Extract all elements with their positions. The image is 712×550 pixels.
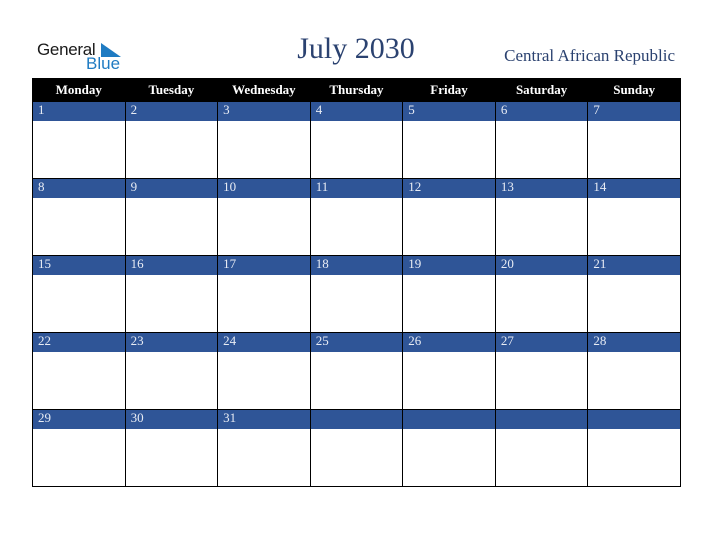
weekday-header-row: Monday Tuesday Wednesday Thursday Friday… bbox=[32, 78, 681, 102]
day-cell[interactable] bbox=[124, 352, 219, 410]
day-cell[interactable] bbox=[587, 429, 681, 487]
country-label: Central African Republic bbox=[504, 46, 675, 65]
day-cell[interactable] bbox=[32, 121, 126, 179]
day-number: 17 bbox=[217, 255, 311, 275]
day-cell[interactable] bbox=[402, 198, 496, 256]
day-cell[interactable] bbox=[494, 121, 589, 179]
day-cell[interactable] bbox=[217, 275, 311, 333]
week-date-row: 22 23 24 25 26 27 28 bbox=[32, 332, 681, 352]
day-number: 11 bbox=[309, 178, 404, 198]
day-cell[interactable] bbox=[309, 198, 404, 256]
week-body-row bbox=[32, 275, 681, 333]
day-number: 31 bbox=[217, 409, 311, 429]
day-number: 15 bbox=[32, 255, 126, 275]
day-cell[interactable] bbox=[587, 198, 681, 256]
week-date-row: 1234567 bbox=[32, 101, 681, 121]
day-cell[interactable] bbox=[32, 198, 126, 256]
day-number bbox=[309, 409, 404, 429]
day-number: 25 bbox=[309, 332, 404, 352]
weekday-header: Saturday bbox=[494, 78, 589, 102]
day-cell[interactable] bbox=[124, 121, 219, 179]
day-cell[interactable] bbox=[587, 352, 681, 410]
day-number: 12 bbox=[402, 178, 496, 198]
day-number: 24 bbox=[217, 332, 311, 352]
day-cell[interactable] bbox=[309, 429, 404, 487]
day-cell[interactable] bbox=[32, 352, 126, 410]
day-number: 1 bbox=[32, 101, 126, 121]
day-number: 14 bbox=[587, 178, 681, 198]
day-cell[interactable] bbox=[402, 121, 496, 179]
day-number: 22 bbox=[32, 332, 126, 352]
week-date-row: 8 9 10 11 12 13 14 bbox=[32, 178, 681, 198]
day-cell[interactable] bbox=[32, 429, 126, 487]
day-cell[interactable] bbox=[587, 121, 681, 179]
day-cell[interactable] bbox=[402, 429, 496, 487]
weekday-header: Thursday bbox=[309, 78, 404, 102]
day-cell[interactable] bbox=[217, 429, 311, 487]
calendar-grid: Monday Tuesday Wednesday Thursday Friday… bbox=[32, 78, 681, 487]
day-number: 4 bbox=[309, 101, 404, 121]
weekday-header: Friday bbox=[402, 78, 496, 102]
day-number bbox=[494, 409, 589, 429]
day-number: 13 bbox=[494, 178, 589, 198]
weekday-header: Tuesday bbox=[124, 78, 219, 102]
day-cell[interactable] bbox=[32, 275, 126, 333]
day-number: 10 bbox=[217, 178, 311, 198]
weekday-header: Sunday bbox=[587, 78, 681, 102]
day-number: 6 bbox=[494, 101, 589, 121]
weekday-header: Monday bbox=[32, 78, 126, 102]
day-number: 9 bbox=[124, 178, 219, 198]
day-cell[interactable] bbox=[124, 275, 219, 333]
day-number: 20 bbox=[494, 255, 589, 275]
day-number: 21 bbox=[587, 255, 681, 275]
day-cell[interactable] bbox=[494, 198, 589, 256]
day-number bbox=[587, 409, 681, 429]
day-number: 3 bbox=[217, 101, 311, 121]
day-number: 27 bbox=[494, 332, 589, 352]
day-number: 29 bbox=[32, 409, 126, 429]
day-number: 26 bbox=[402, 332, 496, 352]
day-cell[interactable] bbox=[217, 121, 311, 179]
day-cell[interactable] bbox=[587, 275, 681, 333]
week-body-row bbox=[32, 429, 681, 487]
week-date-row: 29 30 31 bbox=[32, 409, 681, 429]
week-body-row bbox=[32, 198, 681, 256]
day-number: 28 bbox=[587, 332, 681, 352]
day-cell[interactable] bbox=[124, 198, 219, 256]
day-number: 23 bbox=[124, 332, 219, 352]
day-number: 5 bbox=[402, 101, 496, 121]
day-cell[interactable] bbox=[494, 275, 589, 333]
day-number: 18 bbox=[309, 255, 404, 275]
day-cell[interactable] bbox=[217, 352, 311, 410]
week-body-row bbox=[32, 121, 681, 179]
day-number bbox=[402, 409, 496, 429]
day-cell[interactable] bbox=[494, 429, 589, 487]
day-cell[interactable] bbox=[309, 352, 404, 410]
week-body-row bbox=[32, 352, 681, 410]
day-cell[interactable] bbox=[217, 198, 311, 256]
day-number: 2 bbox=[124, 101, 219, 121]
day-number: 19 bbox=[402, 255, 496, 275]
day-cell[interactable] bbox=[309, 275, 404, 333]
day-cell[interactable] bbox=[494, 352, 589, 410]
day-number: 7 bbox=[587, 101, 681, 121]
day-number: 8 bbox=[32, 178, 126, 198]
day-number: 30 bbox=[124, 409, 219, 429]
day-number: 16 bbox=[124, 255, 219, 275]
day-cell[interactable] bbox=[402, 352, 496, 410]
weekday-header: Wednesday bbox=[217, 78, 311, 102]
day-cell[interactable] bbox=[309, 121, 404, 179]
week-date-row: 15 16 17 18 19 20 21 bbox=[32, 255, 681, 275]
day-cell[interactable] bbox=[402, 275, 496, 333]
day-cell[interactable] bbox=[124, 429, 219, 487]
